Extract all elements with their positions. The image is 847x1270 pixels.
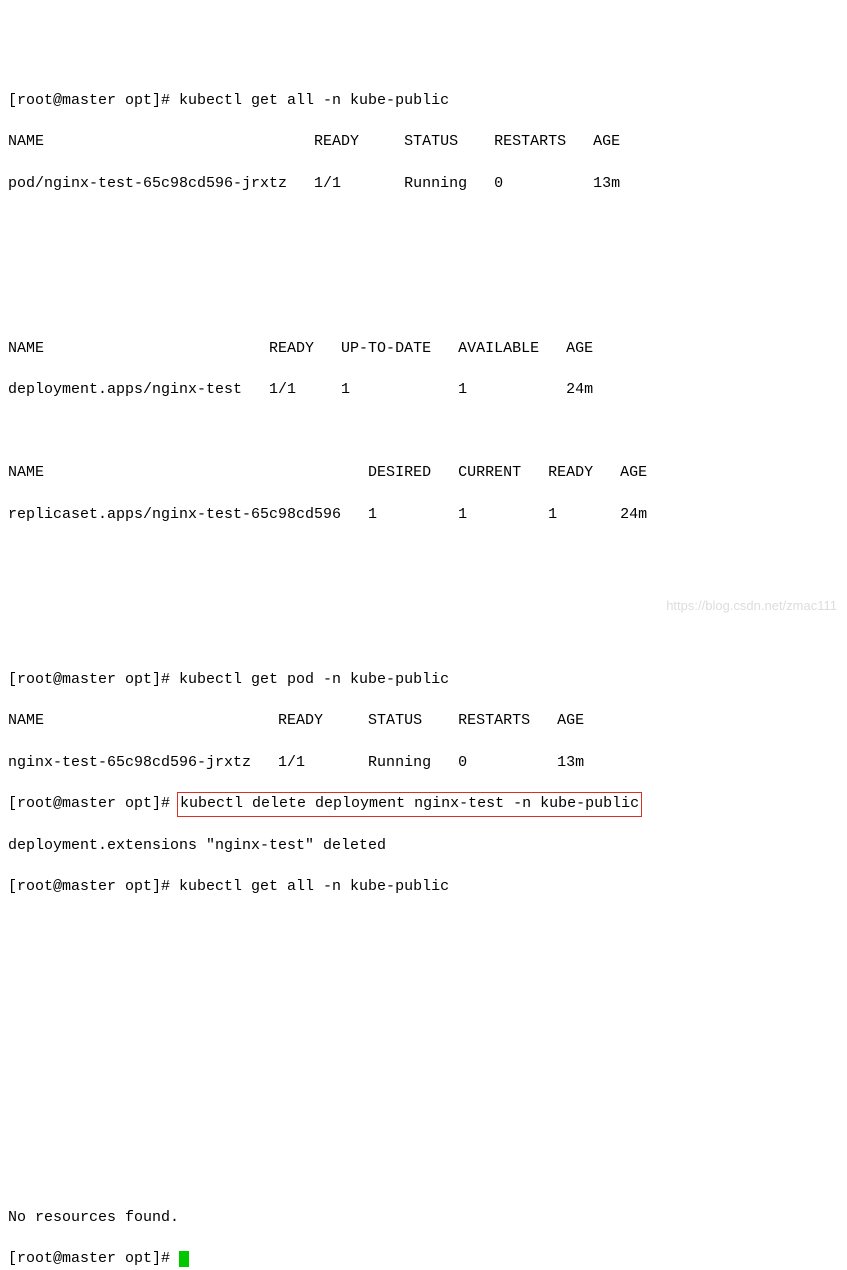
no-resources-output: No resources found. xyxy=(8,1208,839,1229)
deployment-table-row: deployment.apps/nginx-test 1/1 1 1 24m xyxy=(8,380,839,401)
blank-line xyxy=(8,256,839,277)
terminal-prompt-active[interactable]: [root@master opt]# xyxy=(8,1249,839,1270)
blank-line xyxy=(8,298,839,319)
replicaset-table-header: NAME DESIRED CURRENT READY AGE xyxy=(8,463,839,484)
blank-line xyxy=(8,215,839,236)
terminal-line-cmd3: [root@master opt]# kubectl delete deploy… xyxy=(8,794,839,815)
deployment-table-header: NAME READY UP-TO-DATE AVAILABLE AGE xyxy=(8,339,839,360)
blank-line xyxy=(8,1042,839,1063)
blank-line xyxy=(8,1125,839,1146)
pod-table-row-2: nginx-test-65c98cd596-jrxtz 1/1 Running … xyxy=(8,753,839,774)
pod-table-row: pod/nginx-test-65c98cd596-jrxtz 1/1 Runn… xyxy=(8,174,839,195)
pod-table-header: NAME READY STATUS RESTARTS AGE xyxy=(8,132,839,153)
terminal-line-cmd1: [root@master opt]# kubectl get all -n ku… xyxy=(8,91,839,112)
prompt-text: [root@master opt]# xyxy=(8,1250,179,1267)
prompt-text: [root@master opt]# xyxy=(8,795,179,812)
blank-line xyxy=(8,1001,839,1022)
terminal-line-cmd2: [root@master opt]# kubectl get pod -n ku… xyxy=(8,670,839,691)
blank-line xyxy=(8,960,839,981)
highlighted-command: kubectl delete deployment nginx-test -n … xyxy=(177,792,642,817)
replicaset-table-row: replicaset.apps/nginx-test-65c98cd596 1 … xyxy=(8,505,839,526)
blank-line xyxy=(8,1167,839,1188)
blank-line xyxy=(8,1084,839,1105)
pod-table-header-2: NAME READY STATUS RESTARTS AGE xyxy=(8,711,839,732)
blank-line xyxy=(8,918,839,939)
watermark-text: https://blog.csdn.net/zmac111 xyxy=(666,597,837,615)
blank-line xyxy=(8,629,839,650)
delete-output: deployment.extensions "nginx-test" delet… xyxy=(8,836,839,857)
blank-line xyxy=(8,546,839,567)
terminal-line-cmd4: [root@master opt]# kubectl get all -n ku… xyxy=(8,877,839,898)
blank-line xyxy=(8,422,839,443)
cursor-icon xyxy=(179,1251,189,1267)
